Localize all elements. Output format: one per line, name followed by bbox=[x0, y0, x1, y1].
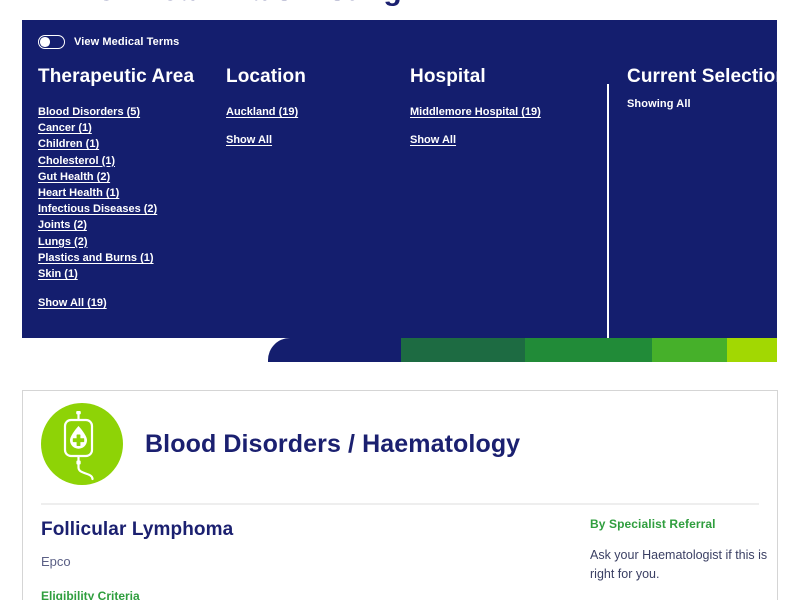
filter-item-middlemore-hospital[interactable]: Middlemore Hospital (19) bbox=[410, 104, 600, 120]
filter-column-hospital: Hospital Middlemore Hospital (19) Show A… bbox=[410, 66, 600, 148]
filter-panel: View Medical Terms Therapeutic Area Bloo… bbox=[22, 20, 787, 342]
referral-body: Ask your Haematologist if this is right … bbox=[590, 548, 768, 581]
filter-item-children[interactable]: Children (1) bbox=[38, 136, 228, 152]
cut-off-heading-text: Clinical Trials Listing bbox=[95, 0, 402, 8]
trial-name: Follicular Lymphoma bbox=[41, 519, 234, 540]
show-all-location[interactable]: Show All bbox=[226, 132, 406, 148]
filter-item-gut-health[interactable]: Gut Health (2) bbox=[38, 169, 228, 185]
referral-info: By Specialist Referral Ask your Haematol… bbox=[590, 517, 770, 584]
filter-item-auckland[interactable]: Auckland (19) bbox=[226, 104, 406, 120]
referral-title: By Specialist Referral bbox=[590, 517, 716, 531]
current-selection-status: Showing All bbox=[627, 98, 691, 110]
filter-item-infectious-diseases[interactable]: Infectious Diseases (2) bbox=[38, 201, 228, 217]
accent-bar-medium-green bbox=[525, 338, 652, 362]
filter-item-cancer[interactable]: Cancer (1) bbox=[38, 120, 228, 136]
eligibility-criteria-link[interactable]: Eligibility Criteria bbox=[41, 589, 140, 600]
column-title-current-selection: Current Selection bbox=[627, 66, 788, 87]
column-title-hospital: Hospital bbox=[410, 66, 486, 87]
view-medical-terms-label: View Medical Terms bbox=[74, 36, 180, 48]
filter-column-location: Location Auckland (19) Show All bbox=[226, 66, 406, 148]
card-title: Blood Disorders / Haematology bbox=[145, 429, 521, 458]
filter-item-cholesterol[interactable]: Cholesterol (1) bbox=[38, 153, 228, 169]
column-title-location: Location bbox=[226, 66, 306, 87]
card-header: Blood Disorders / Haematology bbox=[41, 403, 520, 485]
result-card: Blood Disorders / Haematology Follicular… bbox=[22, 390, 778, 600]
filter-column-therapeutic-area: Therapeutic Area Blood Disorders (5) Can… bbox=[38, 66, 228, 311]
page-root: Clinical Trials Listing View Medical Ter… bbox=[0, 0, 801, 600]
trial-subtitle: Epco bbox=[41, 554, 71, 569]
filter-item-plastics-and-burns[interactable]: Plastics and Burns (1) bbox=[38, 250, 228, 266]
show-all-therapeutic-area[interactable]: Show All (19) bbox=[38, 295, 228, 311]
accent-bar-dark-green bbox=[401, 338, 525, 362]
cut-off-heading-above: Clinical Trials Listing bbox=[0, 0, 801, 14]
filter-item-lungs[interactable]: Lungs (2) bbox=[38, 234, 228, 250]
accent-bar-bright-green bbox=[652, 338, 727, 362]
card-divider bbox=[41, 503, 759, 505]
show-all-hospital[interactable]: Show All bbox=[410, 132, 600, 148]
accent-bar-lime-green bbox=[727, 338, 777, 362]
view-medical-terms-toggle[interactable]: View Medical Terms bbox=[38, 35, 179, 49]
toggle-switch-icon[interactable] bbox=[38, 35, 65, 49]
filter-item-heart-health[interactable]: Heart Health (1) bbox=[38, 185, 228, 201]
filter-item-skin[interactable]: Skin (1) bbox=[38, 266, 228, 282]
filter-column-current-selection: Current Selection Showing All bbox=[627, 66, 801, 110]
filter-item-joints[interactable]: Joints (2) bbox=[38, 217, 228, 233]
iv-blood-bag-icon bbox=[41, 403, 123, 485]
trial-info: Follicular Lymphoma Epco Eligibility Cri… bbox=[41, 519, 561, 600]
filter-item-blood-disorders[interactable]: Blood Disorders (5) bbox=[38, 104, 228, 120]
toggle-knob bbox=[40, 37, 50, 47]
column-title-therapeutic-area: Therapeutic Area bbox=[38, 66, 195, 87]
current-selection-divider bbox=[607, 84, 609, 342]
